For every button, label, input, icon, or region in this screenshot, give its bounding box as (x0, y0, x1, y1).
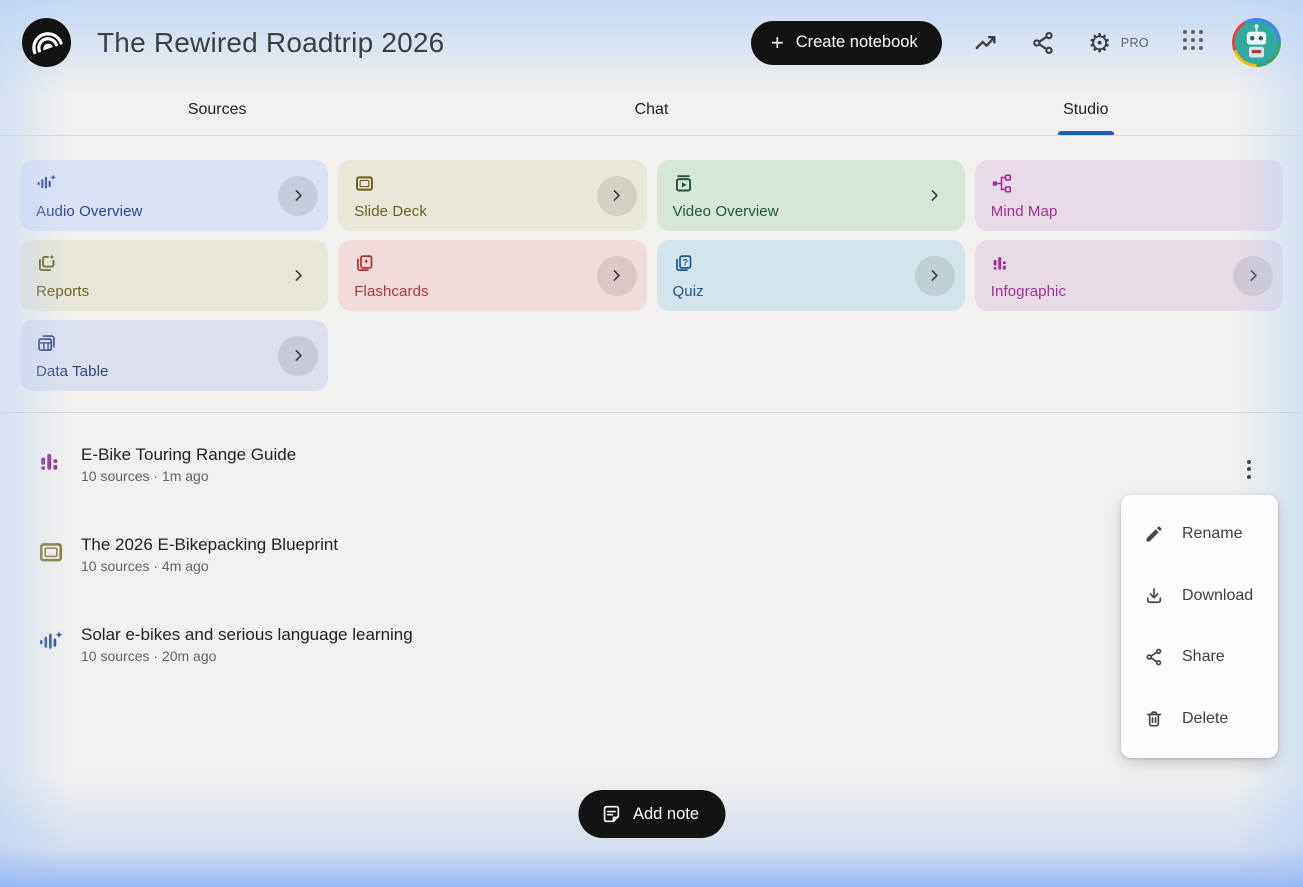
pro-badge: PRO (1121, 36, 1149, 50)
avatar[interactable] (1232, 18, 1281, 67)
artifact-row-infographic[interactable]: E-Bike Touring Range Guide 10 sources · … (0, 443, 1100, 501)
tab-bar: Sources Chat Studio (0, 85, 1303, 136)
infographic-icon (38, 449, 64, 475)
app-header: The Rewired Roadtrip 2026 + Create noteb… (0, 0, 1303, 85)
menu-item-delete[interactable]: Delete (1121, 691, 1278, 747)
artifact-meta: 10 sources · 1m ago (81, 468, 296, 484)
notebooklm-logo-icon[interactable] (22, 18, 71, 67)
artifact-context-menu: Rename Download Share Delete (1121, 495, 1278, 758)
chevron-right-icon[interactable] (915, 176, 955, 216)
menu-item-rename[interactable]: Rename (1121, 506, 1278, 562)
chevron-right-icon[interactable] (278, 336, 318, 376)
tool-label: Infographic (991, 283, 1267, 300)
artifact-row-slide-deck[interactable]: The 2026 E-Bikepacking Blueprint 10 sour… (0, 533, 1100, 591)
tool-card-data-table[interactable]: Data Table (20, 320, 328, 391)
tool-card-video-overview[interactable]: Video Overview (657, 160, 965, 231)
more-options-icon[interactable] (1233, 453, 1265, 485)
share-icon (1144, 647, 1164, 667)
menu-item-download[interactable]: Download (1121, 568, 1278, 624)
tool-card-infographic[interactable]: Infographic (975, 240, 1283, 311)
download-icon (1144, 586, 1164, 606)
tool-label: Video Overview (673, 203, 949, 220)
mind-map-icon (991, 173, 1012, 194)
create-notebook-button[interactable]: + Create notebook (751, 21, 942, 65)
chevron-right-icon[interactable] (597, 176, 637, 216)
reports-icon (36, 253, 57, 274)
tab-sources[interactable]: Sources (0, 85, 434, 135)
chevron-right-icon[interactable] (278, 256, 318, 296)
audio-waveform-icon (36, 173, 57, 194)
tool-card-flashcards[interactable]: Flashcards (338, 240, 646, 311)
tool-card-reports[interactable]: Reports (20, 240, 328, 311)
tool-card-quiz[interactable]: ? Quiz (657, 240, 965, 311)
notebook-title[interactable]: The Rewired Roadtrip 2026 (97, 27, 444, 59)
share-icon[interactable] (1030, 30, 1056, 56)
pencil-icon (1144, 524, 1164, 544)
tool-label: Mind Map (991, 203, 1267, 220)
tool-label: Slide Deck (354, 203, 630, 220)
menu-item-label: Download (1182, 587, 1253, 605)
active-tab-underline (1058, 131, 1114, 135)
chevron-right-icon[interactable] (915, 256, 955, 296)
artifact-meta: 10 sources · 4m ago (81, 558, 338, 574)
avatar-robot-image (1235, 21, 1278, 64)
tab-chat[interactable]: Chat (434, 85, 868, 135)
tool-label: Flashcards (354, 283, 630, 300)
add-note-button[interactable]: Add note (578, 790, 725, 838)
slide-deck-icon (354, 173, 375, 194)
tool-card-slide-deck[interactable]: Slide Deck (338, 160, 646, 231)
tool-label: Data Table (36, 363, 312, 380)
chevron-right-icon[interactable] (278, 176, 318, 216)
plus-icon: + (771, 32, 784, 54)
apps-grid-icon[interactable] (1180, 30, 1206, 56)
note-icon (600, 803, 622, 825)
studio-tools-grid: Audio Overview Slide Deck Video Overview (20, 160, 1283, 391)
quiz-icon: ? (673, 253, 694, 274)
artifact-title: E-Bike Touring Range Guide (81, 443, 296, 466)
menu-item-label: Rename (1182, 525, 1242, 543)
tool-label: Reports (36, 283, 312, 300)
flashcards-icon (354, 253, 375, 274)
notebooklm-studio-page: The Rewired Roadtrip 2026 + Create noteb… (0, 0, 1303, 887)
menu-item-share[interactable]: Share (1121, 629, 1278, 685)
tab-studio[interactable]: Studio (869, 85, 1303, 135)
tool-label: Quiz (673, 283, 949, 300)
artifact-meta: 10 sources · 20m ago (81, 648, 413, 664)
artifact-row-audio[interactable]: Solar e-bikes and serious language learn… (0, 623, 1100, 681)
slide-deck-icon (38, 539, 64, 565)
infographic-icon (991, 253, 1012, 274)
tool-card-audio-overview[interactable]: Audio Overview (20, 160, 328, 231)
tool-label: Audio Overview (36, 203, 312, 220)
add-note-label: Add note (633, 805, 699, 824)
menu-item-label: Share (1182, 648, 1225, 666)
tool-card-mind-map[interactable]: Mind Map (975, 160, 1283, 231)
create-notebook-label: Create notebook (796, 33, 918, 52)
section-divider (0, 412, 1303, 413)
data-table-icon (36, 333, 57, 354)
menu-item-label: Delete (1182, 710, 1228, 728)
artifact-title: The 2026 E-Bikepacking Blueprint (81, 533, 338, 556)
audio-waveform-icon (38, 629, 64, 655)
svg-text:?: ? (682, 257, 687, 267)
trending-up-icon[interactable] (973, 30, 999, 56)
chevron-right-icon[interactable] (597, 256, 637, 296)
gear-icon[interactable]: ⚙ (1087, 30, 1113, 56)
trash-icon (1144, 709, 1164, 729)
artifact-title: Solar e-bikes and serious language learn… (81, 623, 413, 646)
video-icon (673, 173, 694, 194)
chevron-right-icon[interactable] (1233, 256, 1273, 296)
